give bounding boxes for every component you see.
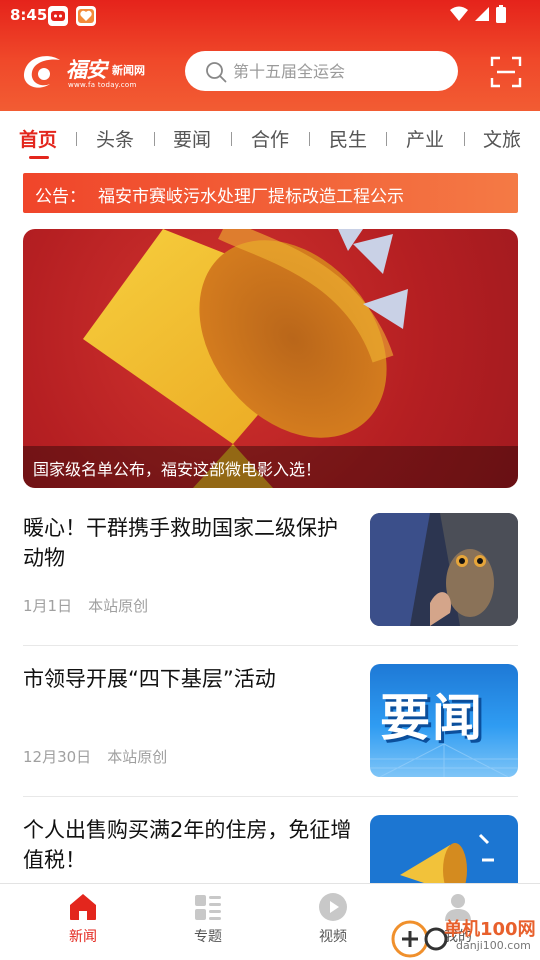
tab-home[interactable]: 首页: [19, 125, 57, 152]
nav-label: 视频: [319, 929, 347, 945]
news-source: 本站原创: [107, 748, 168, 766]
app-header: 8:45 福安 新闻网 www.fa today.com: [0, 0, 540, 111]
search-box[interactable]: [185, 51, 458, 91]
nav-topics[interactable]: 专题: [168, 892, 248, 946]
tab-separator: [154, 132, 155, 146]
status-bar: 8:45: [0, 0, 540, 32]
tab-separator: [386, 132, 387, 146]
status-time: 8:45: [10, 6, 48, 24]
logo-swirl-icon: [23, 56, 60, 88]
notice-text: 福安市赛岐污水处理厂提标改造工程公示: [98, 187, 404, 207]
divider: [23, 796, 518, 797]
tab-culture-tourism[interactable]: 文旅: [483, 125, 521, 152]
tab-separator: [231, 132, 232, 146]
tab-headlines[interactable]: 头条: [96, 125, 134, 152]
tab-industry[interactable]: 产业: [406, 125, 444, 152]
scan-icon[interactable]: [490, 56, 522, 88]
home-icon: [70, 894, 96, 920]
notification-app-icon: [48, 6, 68, 26]
banner-caption: 国家级名单公布，福安这部微电影入选！: [23, 446, 518, 488]
battery-icon: [496, 5, 506, 23]
watermark-url: danji100.com: [456, 939, 531, 952]
watermark-logo-icon: [391, 920, 448, 958]
notice-bar[interactable]: 公告： 福安市赛岐污水处理厂提标改造工程公示: [23, 173, 518, 213]
tab-key-news[interactable]: 要闻: [173, 125, 211, 152]
news-thumbnail-owl: [370, 513, 518, 626]
search-icon: [206, 62, 227, 83]
logo-url-text: www.fa today.com: [68, 81, 137, 89]
tab-separator: [464, 132, 465, 146]
logo-sub-text: 新闻网: [112, 64, 145, 77]
news-thumbnail-key-news: 要闻: [370, 664, 518, 777]
news-title: 暖心！干群携手救助国家二级保护动物: [23, 516, 338, 570]
nav-label: 新闻: [69, 929, 97, 945]
search-input[interactable]: [233, 51, 443, 91]
notification-app-icon-2: [76, 6, 96, 26]
news-meta: 1月1日 本站原创: [23, 595, 148, 616]
status-icons: [450, 5, 506, 23]
notice-label: 公告：: [35, 187, 86, 207]
news-source: 本站原创: [88, 597, 149, 615]
divider: [23, 645, 518, 646]
active-tab-indicator: [29, 156, 49, 159]
site-watermark: 单机100网 danji100.com: [388, 915, 540, 960]
wifi-icon: [450, 6, 468, 21]
news-item[interactable]: 市领导开展“四下基层”活动 12月30日 本站原创 要闻: [23, 664, 518, 777]
news-date: 1月1日: [23, 597, 73, 615]
category-tabs: 首页 头条 要闻 合作 民生 产业 文旅: [0, 111, 540, 165]
tab-cooperation[interactable]: 合作: [251, 125, 289, 152]
app-logo[interactable]: 福安 新闻网 www.fa today.com: [20, 50, 160, 94]
tab-separator: [76, 132, 77, 146]
nav-label: 专题: [194, 929, 222, 945]
news-title: 市领导开展“四下基层”活动: [23, 667, 276, 691]
news-item[interactable]: 个人出售购买满2年的住房，免征增值税！: [23, 815, 518, 883]
thumbnail-text: 要闻: [380, 689, 484, 747]
news-title: 个人出售购买满2年的住房，免征增值税！: [23, 818, 352, 872]
logo-brand-text: 福安: [66, 57, 107, 82]
tab-separator: [309, 132, 310, 146]
watermark-text: 单机100网: [444, 919, 536, 940]
news-item[interactable]: 暖心！干群携手救助国家二级保护动物 1月1日 本站原创: [23, 513, 518, 626]
video-play-icon: [319, 893, 347, 921]
news-date: 12月30日: [23, 748, 92, 766]
news-meta: 12月30日 本站原创: [23, 746, 167, 767]
news-thumbnail-megaphone: [370, 815, 518, 883]
tab-livelihood[interactable]: 民生: [329, 125, 367, 152]
nav-video[interactable]: 视频: [293, 892, 373, 946]
nav-news[interactable]: 新闻: [43, 892, 123, 946]
signal-icon: [475, 7, 489, 21]
topics-icon: [195, 895, 221, 920]
featured-banner[interactable]: 国家级名单公布，福安这部微电影入选！: [23, 229, 518, 488]
